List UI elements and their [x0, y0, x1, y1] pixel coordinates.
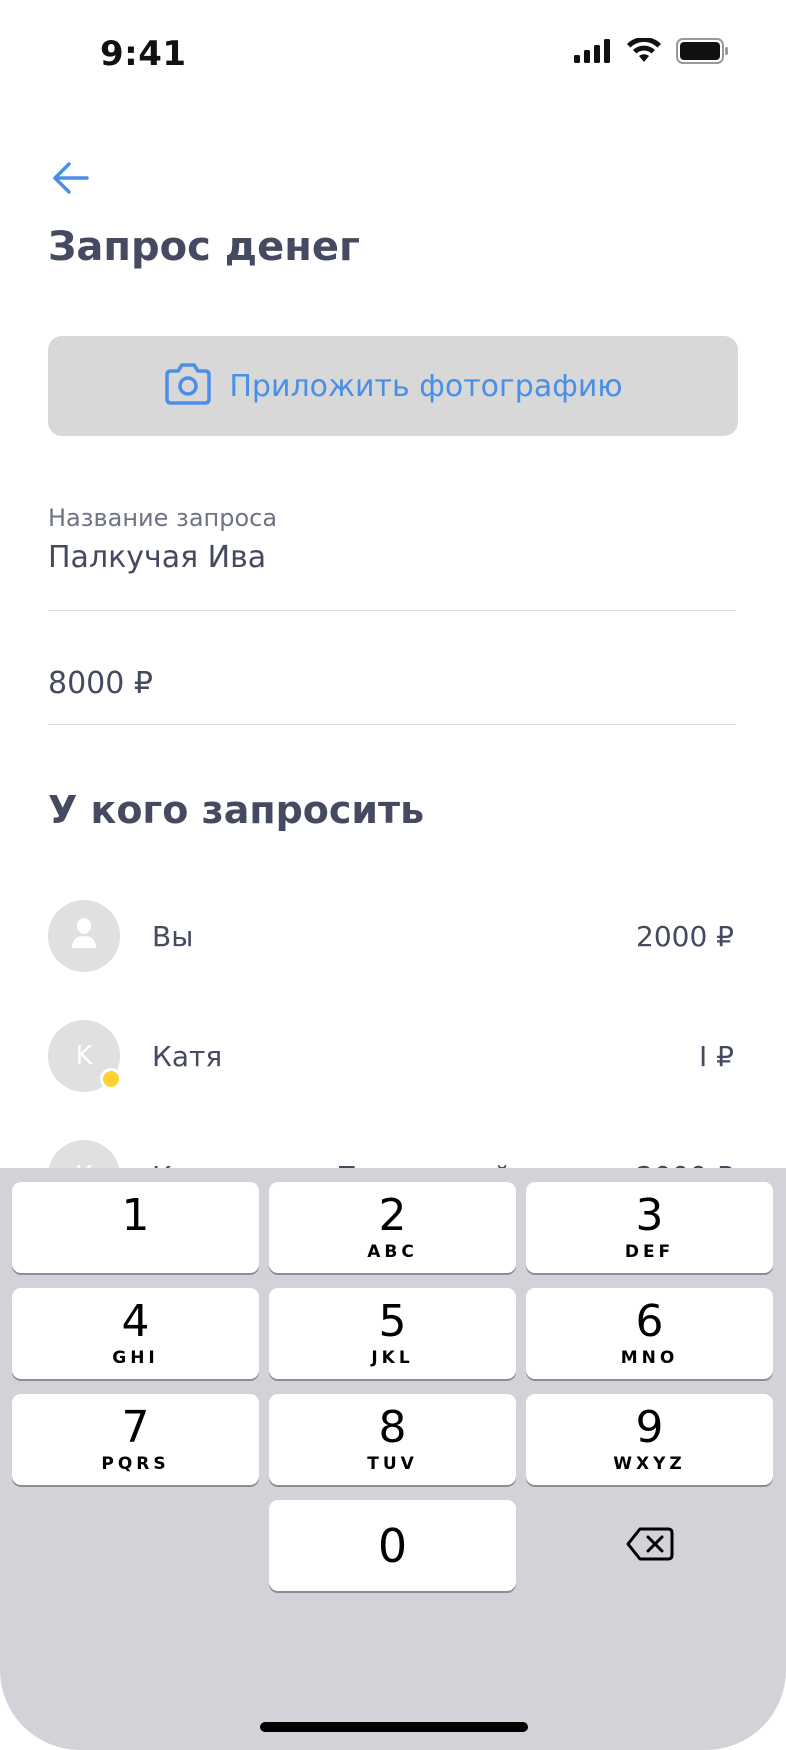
key-digit: 8 — [378, 1401, 407, 1453]
online-status-dot — [100, 1068, 122, 1090]
key-2[interactable]: 2 ABC — [269, 1182, 516, 1273]
back-button[interactable] — [48, 158, 92, 202]
status-time: 9:41 — [100, 34, 187, 74]
recipient-row-self[interactable]: Вы 2000 ₽ — [48, 900, 734, 972]
key-letters: MNO — [620, 1347, 679, 1368]
home-indicator — [260, 1722, 528, 1732]
recipients-title: У кого запросить — [48, 788, 425, 832]
key-4[interactable]: 4 GHI — [12, 1288, 259, 1379]
numeric-keypad: 1 2 ABC 3 DEF 4 GHI 5 JKL 6 MNO 7 PQRS 8 — [0, 1168, 786, 1750]
request-name-input[interactable]: Палкучая Ива — [48, 540, 736, 575]
key-digit: 7 — [121, 1401, 150, 1453]
key-digit: 1 — [121, 1189, 150, 1241]
request-name-field: Название запроса Палкучая Ива — [48, 504, 736, 611]
key-9[interactable]: 9 WXYZ — [526, 1394, 773, 1485]
key-digit: 3 — [635, 1189, 664, 1241]
key-letters: PQRS — [101, 1453, 170, 1474]
key-letters: GHI — [112, 1347, 159, 1368]
key-digit: 5 — [378, 1295, 407, 1347]
key-digit: 6 — [635, 1295, 664, 1347]
key-digit: 4 — [121, 1295, 150, 1347]
key-digit: 2 — [378, 1189, 407, 1241]
wifi-icon — [626, 36, 662, 68]
key-3[interactable]: 3 DEF — [526, 1182, 773, 1273]
amount-input[interactable]: 8000 ₽ — [48, 666, 736, 701]
delete-key[interactable] — [526, 1500, 773, 1591]
amount-field: 8000 ₽ — [48, 640, 736, 725]
person-icon — [69, 916, 99, 957]
request-money-screen: 9:41 Запрос денег Приложить фотографию Н… — [0, 0, 786, 1750]
backspace-icon — [626, 1527, 674, 1565]
camera-icon — [163, 363, 213, 409]
recipient-name: Катя — [152, 1039, 223, 1073]
key-1[interactable]: 1 — [12, 1182, 259, 1273]
status-icons — [574, 36, 730, 68]
key-letters: TUV — [367, 1453, 418, 1474]
key-8[interactable]: 8 TUV — [269, 1394, 516, 1485]
key-5[interactable]: 5 JKL — [269, 1288, 516, 1379]
attach-photo-button[interactable]: Приложить фотографию — [48, 336, 738, 436]
key-6[interactable]: 6 MNO — [526, 1288, 773, 1379]
key-digit: 0 — [377, 1518, 408, 1573]
arrow-left-icon — [51, 161, 89, 199]
page-title: Запрос денег — [48, 224, 360, 270]
recipient-row-katya[interactable]: K Катя I ₽ — [48, 1020, 734, 1092]
attach-photo-label: Приложить фотографию — [229, 368, 623, 404]
request-name-label: Название запроса — [48, 504, 278, 532]
recipient-name: Вы — [152, 919, 194, 953]
key-letters: WXYZ — [613, 1453, 686, 1474]
key-letters: JKL — [371, 1347, 414, 1368]
key-letters: DEF — [624, 1241, 675, 1262]
key-digit: 9 — [635, 1401, 664, 1453]
recipient-amount[interactable]: 2000 ₽ — [636, 920, 734, 953]
cellular-signal-icon — [574, 39, 612, 67]
avatar — [48, 900, 120, 972]
avatar: K — [48, 1020, 122, 1092]
recipient-amount[interactable]: I ₽ — [699, 1040, 734, 1073]
key-7[interactable]: 7 PQRS — [12, 1394, 259, 1485]
key-0[interactable]: 0 — [269, 1500, 516, 1591]
avatar-initial: K — [75, 1041, 93, 1071]
key-letters: ABC — [367, 1241, 418, 1262]
battery-icon — [676, 38, 730, 68]
